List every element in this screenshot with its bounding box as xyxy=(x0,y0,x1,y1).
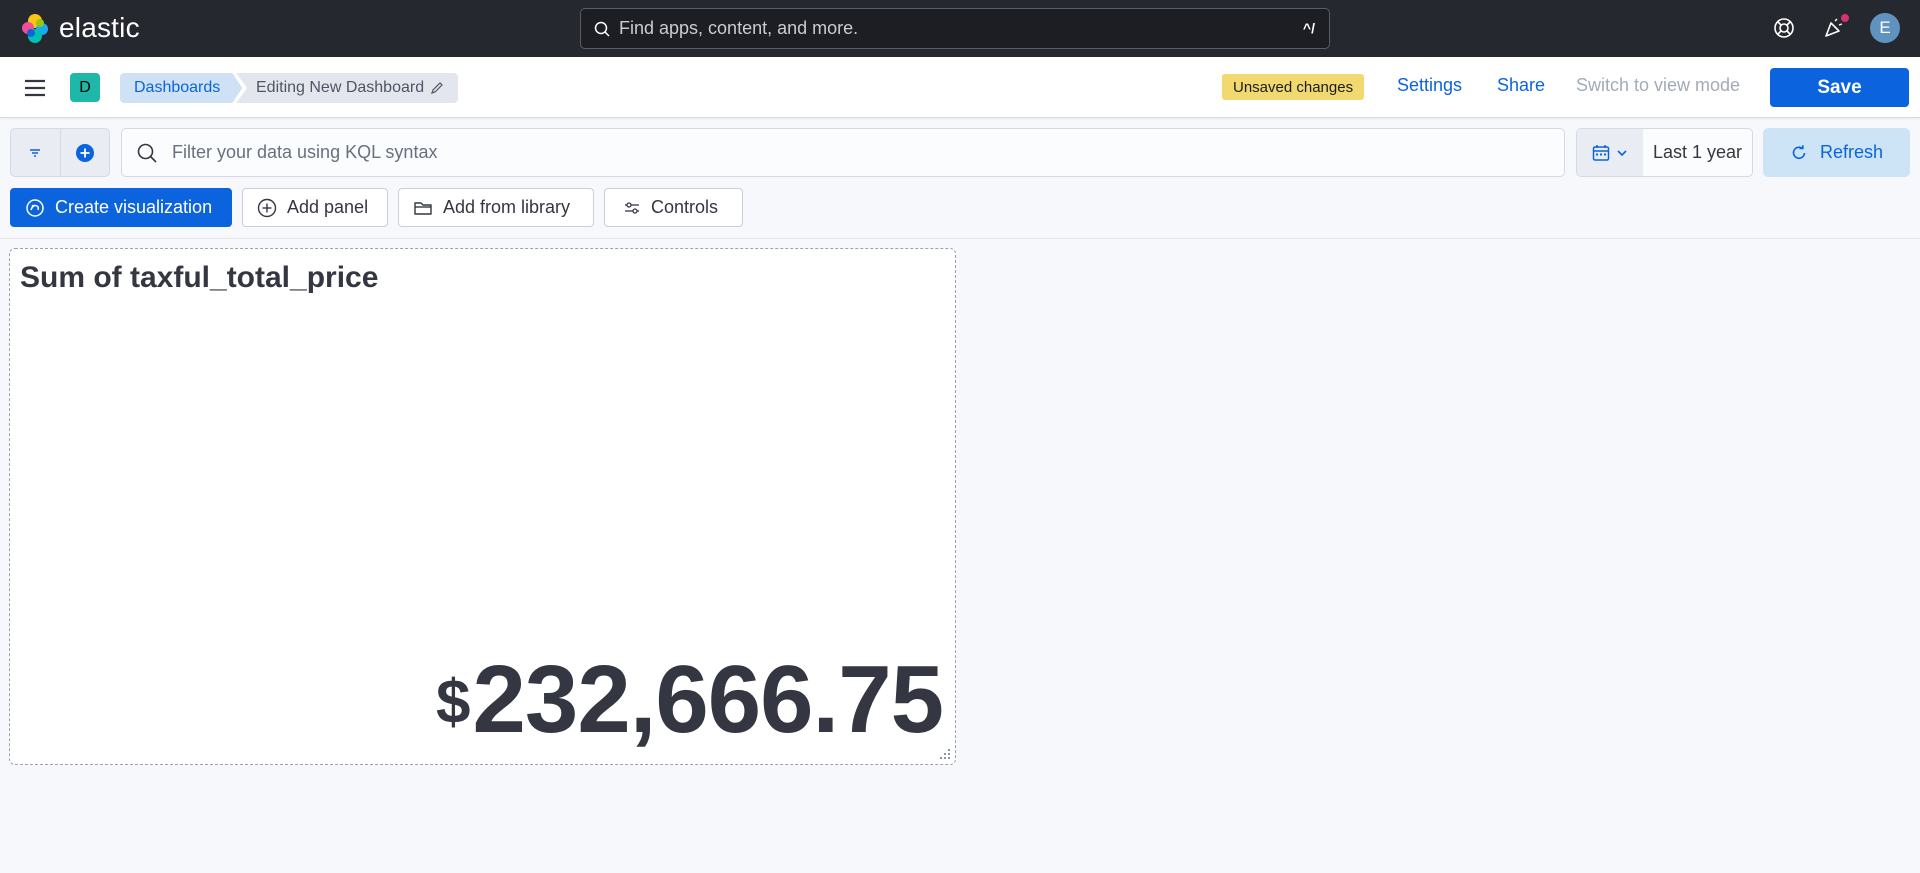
unsaved-changes-badge: Unsaved changes xyxy=(1222,74,1365,100)
refresh-icon xyxy=(1792,144,1806,159)
logo-text: elastic xyxy=(59,12,140,43)
filter-icon xyxy=(30,148,41,157)
search-icon xyxy=(137,143,157,163)
filter-controls xyxy=(10,128,110,177)
filter-menu-button[interactable] xyxy=(11,129,60,176)
plus-circle-icon xyxy=(75,143,94,162)
kql-query-input[interactable] xyxy=(172,142,1522,163)
quick-select-button[interactable] xyxy=(1577,129,1643,176)
breadcrumb-current[interactable]: Editing New Dashboard xyxy=(236,73,458,103)
metric-value: $ 232,666.75 xyxy=(436,646,944,753)
user-avatar[interactable]: E xyxy=(1870,13,1900,43)
calendar-icon xyxy=(1592,144,1610,161)
lens-icon xyxy=(26,198,44,217)
panel-title: Sum of taxful_total_price xyxy=(20,261,379,294)
add-panel-label: Add panel xyxy=(287,197,369,217)
refresh-button[interactable]: Refresh xyxy=(1763,128,1910,177)
metric-number: 232,666.75 xyxy=(472,646,944,753)
chevron-down-icon xyxy=(1617,149,1627,156)
pencil-icon xyxy=(431,82,443,94)
resize-handle-icon[interactable] xyxy=(939,748,951,760)
search-shortcut-hint: ^/ xyxy=(1302,20,1315,36)
refresh-label: Refresh xyxy=(1819,142,1884,162)
add-panel-button[interactable]: Add panel xyxy=(242,188,388,227)
breadcrumb-dashboards[interactable]: Dashboards xyxy=(120,73,243,103)
save-button[interactable]: Save xyxy=(1770,68,1909,107)
global-header: elastic ^/ E xyxy=(0,0,1920,57)
create-visualization-label: Create visualization xyxy=(55,197,213,217)
controls-icon xyxy=(625,201,639,214)
global-search-bar[interactable]: ^/ xyxy=(580,8,1330,49)
space-avatar[interactable]: D xyxy=(70,73,100,102)
app-bar: D Dashboards Editing New Dashboard Unsav… xyxy=(0,57,1920,118)
global-search-input[interactable] xyxy=(619,18,1279,39)
controls-button[interactable]: Controls xyxy=(604,188,743,227)
breadcrumb-current-label: Editing New Dashboard xyxy=(256,79,425,96)
create-visualization-button[interactable]: Create visualization xyxy=(10,188,232,227)
kql-search-bar[interactable] xyxy=(121,128,1565,177)
add-filter-button[interactable] xyxy=(59,129,109,176)
toolbar-divider xyxy=(0,238,1920,239)
date-picker: Last 1 year xyxy=(1576,128,1753,177)
elastic-logo-icon xyxy=(22,14,48,43)
switch-view-mode-button[interactable]: Switch to view mode xyxy=(1576,75,1740,96)
elastic-logo[interactable]: elastic xyxy=(19,12,140,44)
plus-in-circle-icon xyxy=(257,198,277,217)
share-button[interactable]: Share xyxy=(1497,75,1545,96)
add-from-library-label: Add from library xyxy=(443,197,571,217)
metric-currency: $ xyxy=(436,668,471,737)
settings-button[interactable]: Settings xyxy=(1397,75,1462,96)
metric-panel[interactable]: Sum of taxful_total_price $ 232,666.75 xyxy=(9,248,956,765)
menu-icon[interactable] xyxy=(23,76,47,100)
date-range-label[interactable]: Last 1 year xyxy=(1653,142,1742,163)
add-from-library-button[interactable]: Add from library xyxy=(398,188,594,227)
help-icon[interactable] xyxy=(1770,14,1798,42)
folder-icon xyxy=(414,201,432,215)
controls-label: Controls xyxy=(651,197,719,217)
search-icon xyxy=(594,21,610,37)
notification-dot xyxy=(1839,12,1851,24)
